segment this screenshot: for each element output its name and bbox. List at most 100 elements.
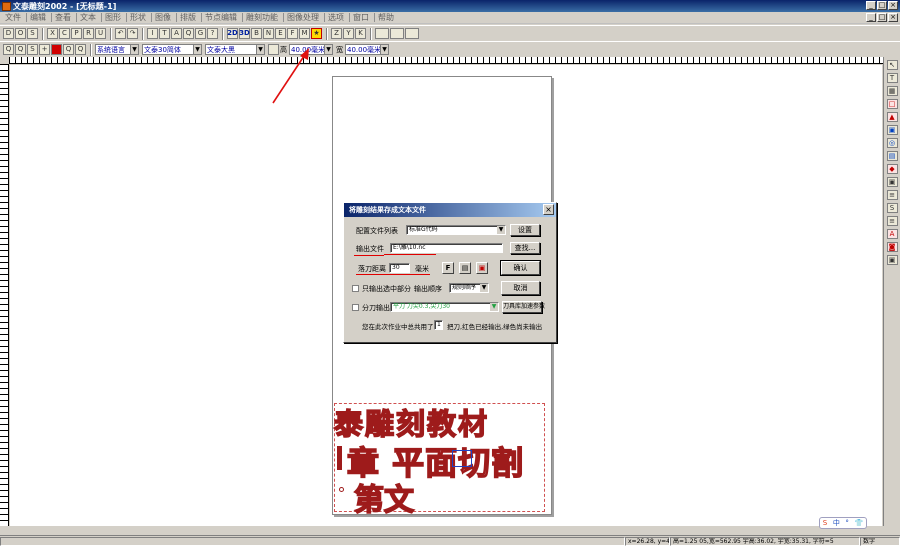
- font-style-icon[interactable]: [268, 44, 279, 55]
- menu-file[interactable]: 文件: [2, 12, 26, 23]
- zoom-all-icon[interactable]: Q: [63, 44, 74, 55]
- mirror-icon[interactable]: Y: [343, 28, 354, 39]
- open-file-icon[interactable]: O: [15, 28, 26, 39]
- minimize-button[interactable]: _: [866, 1, 876, 10]
- a-tool-icon[interactable]: A: [886, 229, 898, 239]
- english-font-select[interactable]: 文泰大黑 ▼: [205, 44, 265, 55]
- align-center-icon[interactable]: [390, 28, 404, 39]
- align-icon[interactable]: A: [171, 28, 182, 39]
- dialog-title-bar[interactable]: 将雕刻结果存成文本文件 ×: [344, 203, 556, 217]
- menu-image-process[interactable]: 图像处理: [284, 12, 324, 23]
- fill-icon[interactable]: F: [287, 28, 298, 39]
- 2d-icon[interactable]: 2D: [227, 28, 238, 39]
- table-icon[interactable]: ▤: [886, 151, 898, 161]
- align-right-icon[interactable]: [405, 28, 419, 39]
- doc-minimize-button[interactable]: _: [866, 13, 876, 22]
- ime-logo-icon[interactable]: S: [823, 519, 827, 527]
- tool-output-checkbox[interactable]: [352, 304, 359, 311]
- ime-punct[interactable]: °: [845, 519, 849, 527]
- frame-icon[interactable]: K: [355, 28, 366, 39]
- group-icon[interactable]: G: [195, 28, 206, 39]
- engrave-icon[interactable]: M: [299, 28, 310, 39]
- box-icon[interactable]: ▣: [886, 125, 898, 135]
- lines-icon[interactable]: ≡: [886, 190, 898, 200]
- color-icon[interactable]: [51, 44, 62, 55]
- s-tool-icon[interactable]: S: [886, 203, 898, 213]
- zoom-in-icon[interactable]: Q: [3, 44, 14, 55]
- new-file-icon[interactable]: D: [3, 28, 14, 39]
- menu-window[interactable]: 窗口: [350, 12, 374, 23]
- menu-graphics[interactable]: 图形: [102, 12, 126, 23]
- menu-edit[interactable]: 编辑: [27, 12, 51, 23]
- menu-engrave[interactable]: 雕刻功能: [243, 12, 283, 23]
- ime-mode[interactable]: 中: [833, 518, 840, 528]
- ok-button[interactable]: 确认: [500, 260, 541, 276]
- symbol-icon[interactable]: ▣: [886, 177, 898, 187]
- 3d-icon[interactable]: 3D: [239, 28, 250, 39]
- f-format-icon[interactable]: F: [442, 262, 454, 274]
- doc-close-button[interactable]: ×: [888, 13, 898, 22]
- only-selected-checkbox[interactable]: [352, 285, 359, 292]
- move-icon[interactable]: +: [39, 44, 50, 55]
- retract-distance-field[interactable]: 30: [389, 263, 410, 273]
- zoom-tool-icon[interactable]: Q: [183, 28, 194, 39]
- image-icon[interactable]: ◙: [886, 242, 898, 252]
- settings-button[interactable]: 设置: [510, 224, 540, 236]
- import-icon[interactable]: I: [147, 28, 158, 39]
- layout-icon[interactable]: ▦: [886, 86, 898, 96]
- cut-icon[interactable]: X: [47, 28, 58, 39]
- save-file-icon[interactable]: S: [27, 28, 38, 39]
- copy-icon[interactable]: C: [59, 28, 70, 39]
- language-select[interactable]: 系统语言 ▼: [95, 44, 139, 55]
- print-icon[interactable]: R: [83, 28, 94, 39]
- width-select[interactable]: 40.00毫米 ▼: [345, 44, 389, 55]
- select-arrow-icon[interactable]: ↖: [886, 60, 898, 70]
- select-icon[interactable]: S: [27, 44, 38, 55]
- circle-icon[interactable]: ◎: [886, 138, 898, 148]
- bitmap-icon[interactable]: ▣: [886, 255, 898, 265]
- menu-node-edit[interactable]: 节点编辑: [202, 12, 242, 23]
- menu-image[interactable]: 图像: [152, 12, 176, 23]
- tool-library-button[interactable]: 刀具库加速参数: [502, 301, 545, 313]
- node-icon[interactable]: N: [263, 28, 274, 39]
- doc-restore-button[interactable]: □: [877, 13, 887, 22]
- dialog-close-button[interactable]: ×: [543, 204, 554, 215]
- zigzag-icon[interactable]: Z: [331, 28, 342, 39]
- tool-list-select[interactable]: 平刀 刀尖0.3,尖刀30 ▼: [390, 302, 499, 312]
- help-icon[interactable]: ?: [207, 28, 218, 39]
- text-tool-icon[interactable]: T: [159, 28, 170, 39]
- menu-text[interactable]: 文本: [77, 12, 101, 23]
- selection-box[interactable]: [334, 403, 545, 512]
- triangle-icon[interactable]: ▲: [886, 112, 898, 122]
- text-icon[interactable]: T: [886, 73, 898, 83]
- paste-icon[interactable]: P: [71, 28, 82, 39]
- height-select[interactable]: 40.00毫米 ▼: [289, 44, 333, 55]
- ime-skin-icon[interactable]: 👕: [854, 519, 863, 527]
- browse-button[interactable]: 查找...: [510, 242, 540, 254]
- menu-layout[interactable]: 排版: [177, 12, 201, 23]
- align-left-icon[interactable]: [375, 28, 389, 39]
- engrave-path-icon[interactable]: B: [251, 28, 262, 39]
- list-icon[interactable]: ≡: [886, 216, 898, 226]
- config-select[interactable]: 标准G代码 ▼: [406, 225, 506, 235]
- diamond-icon[interactable]: ◆: [886, 164, 898, 174]
- menu-view[interactable]: 查看: [52, 12, 76, 23]
- output-frame-icon[interactable]: ▣: [476, 262, 488, 274]
- zoom-out-icon[interactable]: Q: [15, 44, 26, 55]
- chinese-font-select[interactable]: 文泰30简体 ▼: [142, 44, 202, 55]
- rectangle-icon[interactable]: □: [886, 99, 898, 109]
- edit-path-icon[interactable]: E: [275, 28, 286, 39]
- cancel-button[interactable]: 取消: [501, 281, 540, 295]
- horizontal-ruler[interactable]: [9, 57, 883, 64]
- output-file-field[interactable]: E:\雕\10.nc: [390, 243, 503, 253]
- vertical-ruler[interactable]: [0, 64, 9, 526]
- output-order-select[interactable]: 规则顺序 ▼: [449, 283, 489, 293]
- redo-icon[interactable]: ↷: [127, 28, 138, 39]
- menu-shape[interactable]: 形状: [127, 12, 151, 23]
- menu-help[interactable]: 帮助: [375, 12, 399, 23]
- save-engrave-result-icon[interactable]: ★: [311, 28, 322, 39]
- menu-options[interactable]: 选项: [325, 12, 349, 23]
- maximize-button[interactable]: □: [877, 1, 887, 10]
- ime-indicator[interactable]: S 中 ° 👕: [819, 517, 867, 529]
- output-preview-icon[interactable]: ▤: [459, 262, 471, 274]
